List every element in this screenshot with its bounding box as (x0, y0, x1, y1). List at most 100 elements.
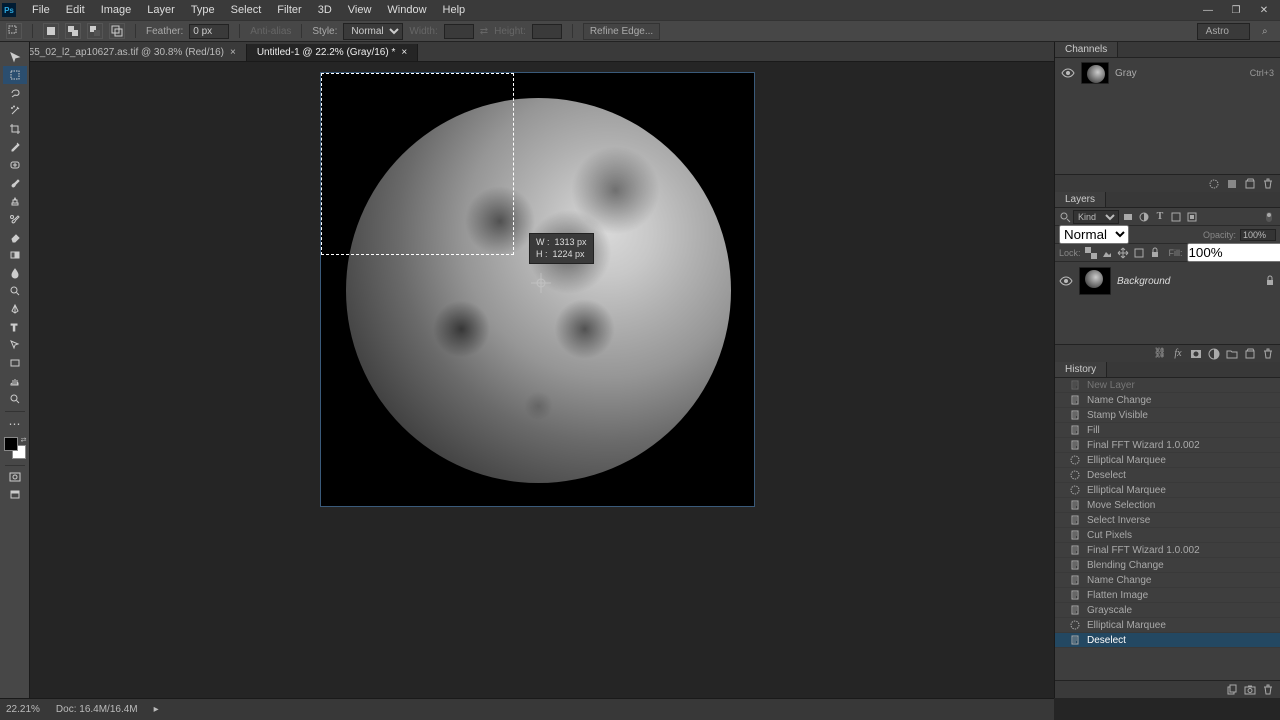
menu-window[interactable]: Window (379, 4, 434, 16)
history-state[interactable]: Flatten Image (1055, 588, 1280, 603)
edit-toolbar-icon[interactable]: ⋯ (3, 415, 27, 433)
history-state[interactable]: Elliptical Marquee (1055, 618, 1280, 633)
history-state[interactable]: Move Selection (1055, 498, 1280, 513)
menu-3d[interactable]: 3D (310, 4, 340, 16)
tab-close-icon[interactable]: × (401, 47, 407, 58)
save-selection-icon[interactable] (1226, 178, 1238, 190)
visibility-toggle-icon[interactable] (1059, 274, 1073, 288)
pen-tool[interactable] (3, 300, 27, 318)
layer-name[interactable]: Background (1117, 276, 1170, 287)
lock-transparent-icon[interactable] (1085, 246, 1097, 260)
blend-mode-select[interactable]: Normal (1059, 225, 1129, 244)
history-state[interactable]: Name Change (1055, 393, 1280, 408)
menu-view[interactable]: View (340, 4, 380, 16)
screen-mode-icon[interactable] (3, 486, 27, 504)
brush-tool[interactable] (3, 174, 27, 192)
refine-edge-button[interactable]: Refine Edge... (583, 23, 660, 40)
channel-thumbnail[interactable] (1081, 62, 1109, 84)
history-state[interactable]: Final FFT Wizard 1.0.002 (1055, 438, 1280, 453)
marquee-selection[interactable] (321, 73, 514, 255)
menu-select[interactable]: Select (223, 4, 270, 16)
healing-brush-tool[interactable] (3, 156, 27, 174)
group-icon[interactable] (1226, 348, 1238, 360)
rectangle-tool[interactable] (3, 354, 27, 372)
document-tab[interactable]: Untitled-1 @ 22.2% (Gray/16) *× (247, 44, 418, 61)
create-doc-from-state-icon[interactable] (1226, 684, 1238, 696)
history-state[interactable]: Elliptical Marquee (1055, 453, 1280, 468)
history-state[interactable]: Cut Pixels (1055, 528, 1280, 543)
style-select[interactable]: Normal (343, 23, 403, 40)
opacity-input[interactable] (1240, 229, 1276, 241)
minimize-icon[interactable]: — (1200, 5, 1216, 16)
adjustment-layer-icon[interactable] (1208, 348, 1220, 360)
visibility-toggle-icon[interactable] (1061, 66, 1075, 80)
new-snapshot-icon[interactable] (1244, 684, 1256, 696)
history-state[interactable]: Name Change (1055, 573, 1280, 588)
history-state[interactable]: Fill (1055, 423, 1280, 438)
menu-help[interactable]: Help (435, 4, 474, 16)
new-channel-icon[interactable] (1244, 178, 1256, 190)
zoom-tool[interactable] (3, 390, 27, 408)
delete-state-icon[interactable] (1262, 684, 1274, 696)
history-state[interactable]: Final FFT Wizard 1.0.002 (1055, 543, 1280, 558)
history-tab[interactable]: History (1055, 362, 1107, 377)
path-selection-tool[interactable] (3, 336, 27, 354)
menu-edit[interactable]: Edit (58, 4, 93, 16)
channel-row[interactable]: GrayCtrl+3 (1055, 58, 1280, 88)
menu-image[interactable]: Image (93, 4, 140, 16)
history-state[interactable]: Grayscale (1055, 603, 1280, 618)
menu-file[interactable]: File (24, 4, 58, 16)
delete-layer-icon[interactable] (1262, 348, 1274, 360)
close-icon[interactable]: ✕ (1256, 5, 1272, 16)
subtract-selection-icon[interactable] (87, 23, 103, 39)
feather-input[interactable] (189, 24, 229, 39)
link-layers-icon[interactable]: ⛓ (1154, 348, 1166, 360)
history-brush-tool[interactable] (3, 210, 27, 228)
menu-filter[interactable]: Filter (269, 4, 309, 16)
clone-stamp-tool[interactable] (3, 192, 27, 210)
canvas-area[interactable]: W : 1313 px H : 1224 px (30, 62, 1054, 698)
gradient-tool[interactable] (3, 246, 27, 264)
search-icon[interactable]: ⌕ (1262, 26, 1274, 37)
layer-mask-icon[interactable] (1190, 348, 1202, 360)
eraser-tool[interactable] (3, 228, 27, 246)
layer-row-background[interactable]: Background (1055, 262, 1280, 300)
tool-preset-dropdown[interactable] (6, 23, 22, 39)
history-state[interactable]: Blending Change (1055, 558, 1280, 573)
filter-type-icon[interactable]: T (1153, 210, 1167, 224)
lasso-tool[interactable] (3, 84, 27, 102)
history-state[interactable]: Elliptical Marquee (1055, 483, 1280, 498)
load-selection-icon[interactable] (1208, 178, 1220, 190)
doc-size[interactable]: Doc: 16.4M/16.4M (56, 704, 138, 715)
layer-style-icon[interactable]: fx (1172, 348, 1184, 360)
type-tool[interactable]: T (3, 318, 27, 336)
swap-colors-icon[interactable]: ⇄ (21, 436, 27, 444)
history-state[interactable]: Deselect (1055, 468, 1280, 483)
magic-wand-tool[interactable] (3, 102, 27, 120)
document-tab[interactable]: 21_55_02_l2_ap10627.as.tif @ 30.8% (Red/… (2, 44, 247, 61)
new-selection-icon[interactable] (43, 23, 59, 39)
fill-input[interactable] (1187, 243, 1280, 262)
lock-nest-icon[interactable] (1133, 246, 1145, 260)
status-expand-icon[interactable]: ▸ (154, 704, 159, 715)
filter-shape-icon[interactable] (1169, 210, 1183, 224)
layer-thumbnail[interactable] (1079, 267, 1111, 295)
filter-toggle-icon[interactable] (1262, 210, 1276, 224)
menu-type[interactable]: Type (183, 4, 223, 16)
document-canvas[interactable]: W : 1313 px H : 1224 px (320, 72, 755, 507)
delete-channel-icon[interactable] (1262, 178, 1274, 190)
menu-layer[interactable]: Layer (139, 4, 183, 16)
foreground-color-swatch[interactable] (4, 437, 18, 451)
quick-mask-icon[interactable] (3, 468, 27, 486)
move-tool[interactable] (3, 48, 27, 66)
history-state[interactable]: New Layer (1055, 378, 1280, 393)
restore-icon[interactable]: ❐ (1228, 5, 1244, 16)
blur-tool[interactable] (3, 264, 27, 282)
lock-image-icon[interactable] (1101, 246, 1113, 260)
dodge-tool[interactable] (3, 282, 27, 300)
new-layer-icon[interactable] (1244, 348, 1256, 360)
history-state[interactable]: Select Inverse (1055, 513, 1280, 528)
hand-tool[interactable] (3, 372, 27, 390)
layer-filter-kind[interactable]: Kind (1073, 210, 1119, 224)
filter-adjust-icon[interactable] (1137, 210, 1151, 224)
